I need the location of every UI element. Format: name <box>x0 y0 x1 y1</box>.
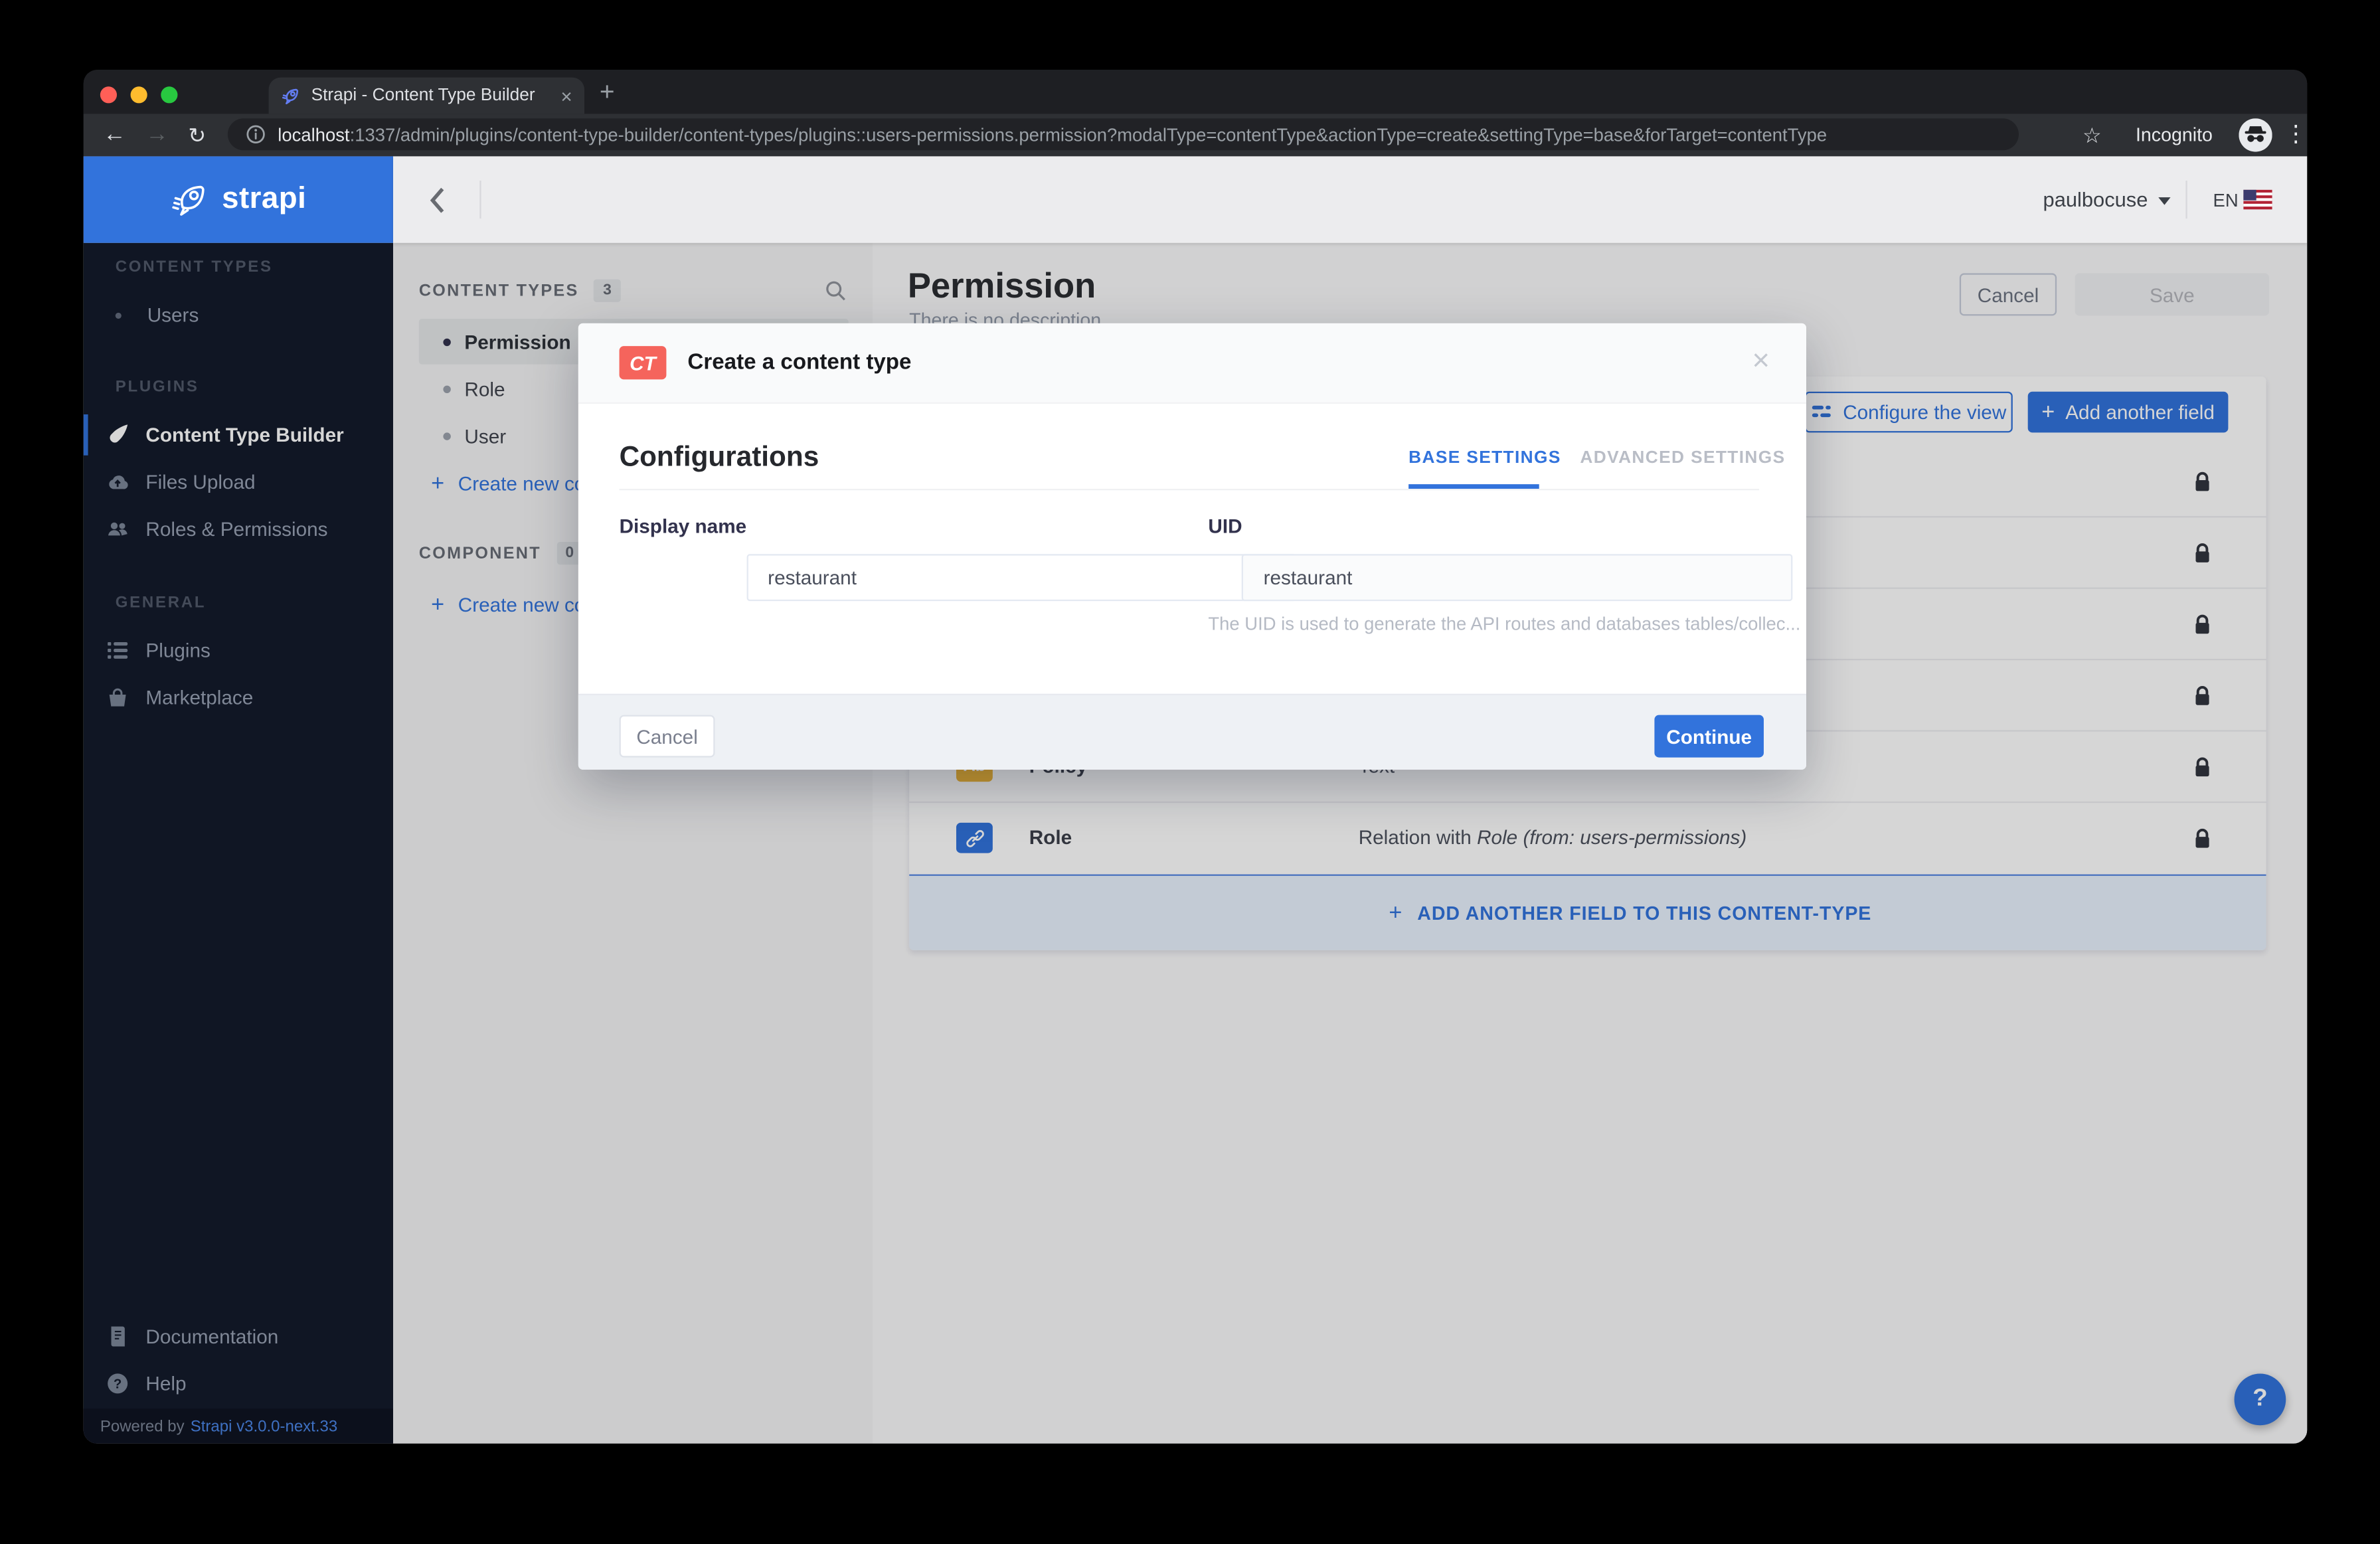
ct-badge: CT <box>619 346 667 380</box>
minimize-window-button[interactable] <box>130 86 147 104</box>
display-name-field: Display name <box>619 513 1296 602</box>
modal-header: CT Create a content type × <box>578 323 1806 404</box>
reload-button[interactable]: ↻ <box>188 114 206 156</box>
modal-footer: Cancel Continue <box>578 693 1806 770</box>
address-bar[interactable]: localhost:1337/admin/plugins/content-typ… <box>227 118 2019 151</box>
app-header: strapi paulbocuse EN <box>83 156 2308 243</box>
display-name-label: Display name <box>619 514 747 538</box>
modal-continue-button[interactable]: Continue <box>1654 715 1764 758</box>
bookmark-star-icon[interactable]: ☆ <box>2082 114 2102 156</box>
logo-text: strapi <box>222 182 307 216</box>
browser-toolbar: ← → ↻ localhost:1337/admin/plugins/conte… <box>83 114 2308 157</box>
header-divider-2 <box>2185 180 2187 219</box>
tab-title: Strapi - Content Type Builder <box>311 86 535 105</box>
incognito-label: Incognito <box>2135 124 2213 146</box>
display-name-input[interactable] <box>746 554 1296 602</box>
forward-button[interactable]: → <box>145 114 168 156</box>
tab-base-settings[interactable]: BASE SETTINGS <box>1408 450 1561 468</box>
back-chevron-icon[interactable] <box>430 187 445 214</box>
user-menu[interactable]: paulbocuse <box>2043 188 2148 211</box>
uid-label: UID <box>1208 514 1242 538</box>
header-divider <box>479 180 481 219</box>
uid-input[interactable] <box>1242 554 1794 602</box>
tab-advanced-settings[interactable]: ADVANCED SETTINGS <box>1580 450 1785 468</box>
strapi-favicon <box>282 88 299 104</box>
modal-title: Create a content type <box>687 350 912 375</box>
url-path: :1337/admin/plugins/content-type-builder… <box>349 124 1828 145</box>
tabs-divider <box>619 488 1760 491</box>
browser-window: Strapi - Content Type Builder × + ← → ↻ … <box>83 70 2308 1444</box>
url-text: localhost:1337/admin/plugins/content-typ… <box>278 124 1827 145</box>
zoom-window-button[interactable] <box>161 86 178 104</box>
close-icon[interactable]: × <box>1752 345 1770 380</box>
locale-label[interactable]: EN <box>2213 190 2239 211</box>
incognito-icon <box>2239 118 2272 152</box>
us-flag-icon[interactable] <box>2243 189 2272 210</box>
modal-cancel-button[interactable]: Cancel <box>619 715 715 758</box>
new-tab-button[interactable]: + <box>600 76 615 109</box>
uid-field: UID The UID is used to generate the API … <box>1208 513 1800 635</box>
browser-tabbar: Strapi - Content Type Builder × + <box>83 70 2308 114</box>
site-info-icon[interactable] <box>246 124 266 144</box>
close-window-button[interactable] <box>100 86 117 104</box>
uid-helper-text: The UID is used to generate the API rout… <box>1208 613 1801 635</box>
strapi-rocket-icon <box>172 185 205 215</box>
close-tab-icon[interactable]: × <box>560 84 572 107</box>
browser-tab[interactable]: Strapi - Content Type Builder × <box>268 77 584 114</box>
strapi-admin-page: strapi paulbocuse EN CONTENT TYPES Users… <box>83 156 2308 1444</box>
strapi-logo[interactable]: strapi <box>83 156 393 243</box>
chevron-down-icon[interactable] <box>2158 197 2171 205</box>
sub-header: paulbocuse EN <box>392 156 2308 243</box>
browser-menu-icon[interactable]: ⋮ <box>2284 114 2307 156</box>
screen: Strapi - Content Type Builder × + ← → ↻ … <box>0 0 2380 1544</box>
modal-heading: Configurations <box>619 440 819 472</box>
back-button[interactable]: ← <box>103 114 126 156</box>
active-tab-underline <box>1408 484 1539 489</box>
url-host: localhost <box>278 124 350 145</box>
create-content-type-modal: CT Create a content type × Configuration… <box>578 323 1806 770</box>
